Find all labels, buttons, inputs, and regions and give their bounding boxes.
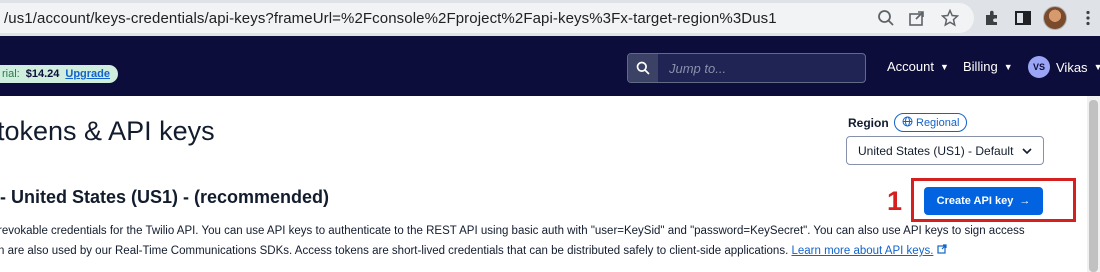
step-annotation-number: 1 <box>887 186 903 216</box>
star-icon[interactable] <box>940 8 960 28</box>
scrollbar-thumb[interactable] <box>1089 100 1098 272</box>
chevron-down-icon: ▼ <box>1093 62 1100 72</box>
jump-to-search[interactable] <box>627 53 866 83</box>
section-title: - United States (US1) - (recommended) <box>0 187 330 207</box>
share-icon[interactable] <box>907 8 927 28</box>
upgrade-link[interactable]: Upgrade <box>65 68 110 80</box>
arrow-right-icon: → <box>1019 195 1031 207</box>
trial-prefix: rial: <box>2 68 20 80</box>
create-api-key-button[interactable]: Create API key → <box>924 187 1043 215</box>
globe-icon <box>902 116 913 130</box>
billing-label: Billing <box>963 59 998 74</box>
description-line-1: revokable credentials for the Twilio API… <box>0 225 1025 237</box>
sidebar-icon[interactable] <box>1013 8 1033 28</box>
user-name: Vikas <box>1056 59 1088 75</box>
zoom-icon[interactable] <box>876 8 896 28</box>
address-bar[interactable]: /us1/account/keys-credentials/api-keys?f… <box>0 3 974 33</box>
learn-more-link[interactable]: Learn more about API keys. <box>791 245 933 257</box>
trial-balance-badge: rial: $14.24 Upgrade <box>0 65 119 83</box>
regional-badge-label: Regional <box>916 116 960 129</box>
avatar: VS <box>1028 56 1050 78</box>
region-select[interactable]: United States (US1) - Default <box>846 136 1044 165</box>
chevron-down-icon <box>1022 144 1032 158</box>
chevron-down-icon: ▼ <box>939 61 949 72</box>
region-label: Region <box>848 116 889 130</box>
page-title: tokens & API keys <box>0 116 215 146</box>
search-icon[interactable] <box>628 54 658 82</box>
create-api-key-label: Create API key <box>936 195 1014 207</box>
search-input[interactable] <box>658 54 865 82</box>
browser-toolbar: /us1/account/keys-credentials/api-keys?f… <box>0 0 1100 36</box>
description-line-2: n are also used by our Real-Time Communi… <box>0 244 947 257</box>
external-link-icon <box>936 244 947 257</box>
regional-badge: Regional <box>894 113 968 132</box>
url-text[interactable]: /us1/account/keys-credentials/api-keys?f… <box>4 10 777 27</box>
billing-menu[interactable]: Billing ▼ <box>963 59 1013 74</box>
trial-amount: $14.24 <box>25 68 60 80</box>
menu-icon[interactable] <box>1078 8 1098 28</box>
extensions-icon[interactable] <box>982 8 1002 28</box>
chevron-down-icon: ▼ <box>1003 61 1013 72</box>
user-menu[interactable]: VS Vikas ▼ <box>1028 56 1100 78</box>
account-menu[interactable]: Account ▼ <box>887 59 949 74</box>
account-label: Account <box>887 59 934 74</box>
region-select-value: United States (US1) - Default <box>858 143 1014 158</box>
profile-avatar[interactable] <box>1043 6 1067 30</box>
description-line-2-text: n are also used by our Real-Time Communi… <box>0 245 789 257</box>
